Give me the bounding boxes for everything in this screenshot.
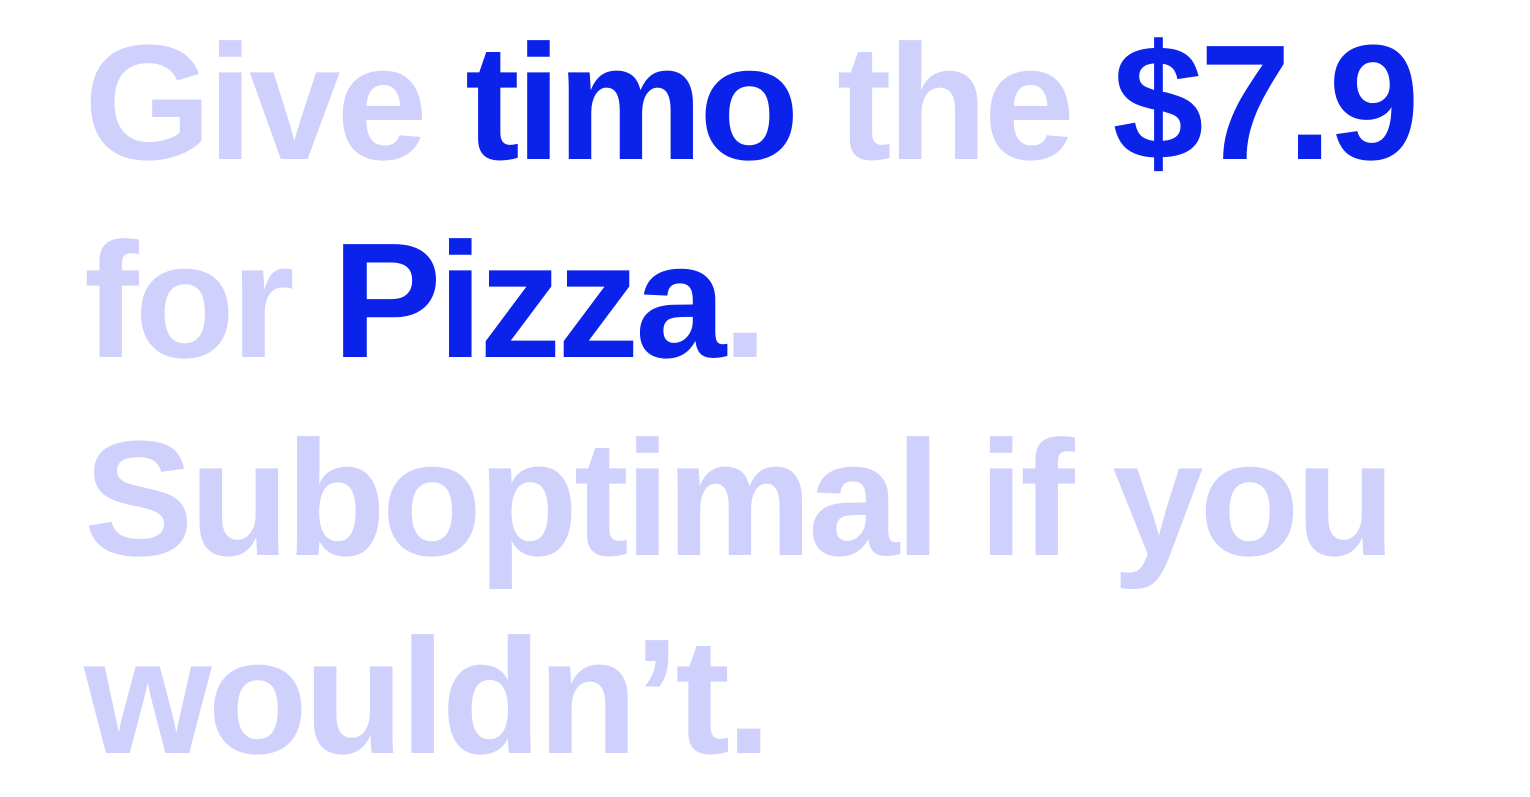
message-text-for: for [84, 209, 333, 392]
message-text-give: Give [84, 11, 466, 194]
payment-message: Give timo the $7.9 for Pizza. Suboptimal… [84, 4, 1504, 796]
message-container: Give timo the $7.9 for Pizza. Suboptimal… [84, 4, 1504, 796]
item-name: Pizza [332, 209, 726, 392]
message-text-the: the [795, 11, 1113, 194]
payment-amount: $7.9 [1112, 11, 1419, 194]
recipient-name: timo [465, 11, 799, 194]
